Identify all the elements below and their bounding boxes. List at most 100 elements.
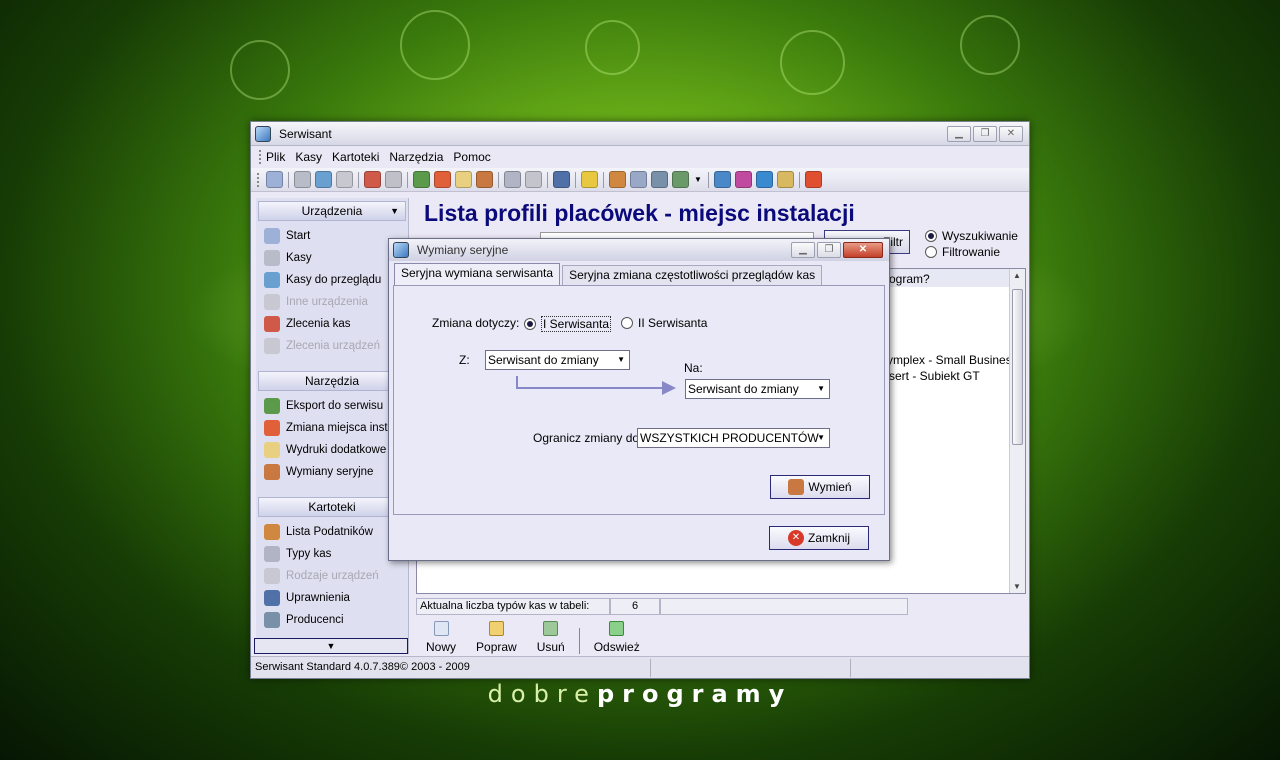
scroll-up-icon[interactable]: ▲: [1013, 271, 1021, 280]
radio-i-serwisanta[interactable]: I Serwisanta: [524, 316, 612, 332]
scroll-down-icon[interactable]: ▼: [1013, 582, 1021, 591]
na-serwisant-select[interactable]: Serwisant do zmiany ▼: [685, 379, 830, 399]
menu-pomoc[interactable]: Pomoc: [453, 150, 490, 164]
sidebar-section-urzadzenia[interactable]: Urządzenia ▼: [258, 201, 406, 221]
cash-register-icon[interactable]: [294, 171, 311, 188]
sidebar-item-kasy-do-przegladu[interactable]: Kasy do przeglądu: [256, 269, 408, 291]
print-icon[interactable]: [455, 171, 472, 188]
register-types-icon[interactable]: [504, 171, 521, 188]
sidebar-item-label: Inne urządzenia: [286, 296, 368, 308]
menu-kartoteki[interactable]: Kartoteki: [332, 150, 379, 164]
sidebar-section-narzedzia[interactable]: Narzędzia: [258, 371, 406, 391]
grid-scrollbar[interactable]: ▲ ▼: [1009, 269, 1025, 593]
taxpayers-icon[interactable]: [609, 171, 626, 188]
chevron-down-icon[interactable]: ▼: [390, 202, 399, 220]
grid-cell: sert - Subiekt GT: [889, 369, 980, 383]
sidebar-item-typy-kas[interactable]: Typy kas: [256, 543, 408, 565]
producer-filter-select[interactable]: WSZYSTKICH PRODUCENTÓW ▼: [637, 428, 830, 448]
palette-icon[interactable]: [735, 171, 752, 188]
restore-button[interactable]: ❐: [817, 242, 841, 258]
devices-icon[interactable]: [336, 171, 353, 188]
producers-icon[interactable]: [651, 171, 668, 188]
calendar-icon[interactable]: [777, 171, 794, 188]
recycle-bin-icon: [543, 621, 559, 636]
radio-label: I Serwisanta: [541, 316, 612, 332]
sidebar-scroll-down-button[interactable]: ▼: [254, 638, 408, 654]
edit-button[interactable]: Popraw: [476, 621, 517, 654]
close-button[interactable]: ✕: [999, 125, 1023, 142]
wymien-button-label: Wymień: [808, 480, 852, 494]
sidebar-item-lista-podatnikow[interactable]: Lista Podatników: [256, 521, 408, 543]
radio-button[interactable]: [925, 230, 937, 242]
inspect-icon[interactable]: [315, 171, 332, 188]
house-icon[interactable]: [266, 171, 283, 188]
menu-plik[interactable]: Plik: [266, 150, 285, 164]
minimize-button[interactable]: ▁: [947, 125, 971, 142]
sidebar-item-eksport[interactable]: Eksport do serwisu: [256, 395, 408, 417]
sidebar-item-label: Eksport do serwisu: [286, 400, 384, 412]
print-icon: [264, 442, 280, 458]
calculator-icon[interactable]: [714, 171, 731, 188]
sidebar-section-kartoteki[interactable]: Kartoteki: [258, 497, 406, 517]
cash-register-icon: [264, 250, 280, 266]
shield-icon[interactable]: [581, 171, 598, 188]
zmiana-dotyczy-label: Zmiana dotyczy:: [432, 316, 520, 330]
refresh-button[interactable]: Odswież: [594, 621, 640, 654]
na-label: Na:: [684, 361, 703, 375]
sidebar-item-producenci[interactable]: Producenci: [256, 609, 408, 631]
dialog-title: Wymiany seryjne: [417, 243, 509, 257]
radio-filtrowanie[interactable]: Filtrowanie: [925, 244, 1018, 260]
sidebar-item-label: Zlecenia urządzeń: [286, 340, 380, 352]
order-icon: [264, 316, 280, 332]
minimize-button[interactable]: ▁: [791, 242, 815, 258]
menu-narzedzia[interactable]: Narzędzia: [389, 150, 443, 164]
dialog-window-controls: ▁ ❐ ✕: [789, 242, 883, 258]
device-order-icon[interactable]: [385, 171, 402, 188]
radio-button[interactable]: [621, 317, 633, 329]
status-cell: [651, 658, 851, 677]
house-icon: [264, 228, 280, 244]
order-icon[interactable]: [364, 171, 381, 188]
sidebar-item-start[interactable]: Start: [256, 225, 408, 247]
background-swirl: [780, 30, 845, 95]
toolbar-separator: [358, 171, 359, 188]
dialog-title-bar: Wymiany seryjne ▁ ❐ ✕: [389, 239, 889, 261]
scrollbar-thumb[interactable]: [1012, 289, 1023, 445]
radio-ii-serwisanta[interactable]: II Serwisanta: [621, 316, 707, 330]
sidebar-item-label: Rodzaje urządzeń: [286, 570, 379, 582]
tab-seryjna-zmiana-czestotliwosci[interactable]: Seryjna zmiana częstotliwości przeglądów…: [562, 265, 823, 285]
toolbar-separator: [578, 628, 580, 654]
new-button[interactable]: Nowy: [426, 621, 456, 654]
sidebar-item-wymiany-seryjne[interactable]: Wymiany seryjne: [256, 461, 408, 483]
radio-wyszukiwanie[interactable]: Wyszukiwanie: [925, 228, 1018, 244]
radio-button[interactable]: [925, 246, 937, 258]
sidebar-item-kasy[interactable]: Kasy: [256, 247, 408, 269]
sidebar-item-label: Lista Podatników: [286, 526, 373, 538]
box-icon[interactable]: [630, 171, 647, 188]
globe-icon[interactable]: [756, 171, 773, 188]
sidebar-item-label: Start: [286, 230, 311, 242]
sidebar-item-zmiana-miejsca[interactable]: Zmiana miejsca instal: [256, 417, 408, 439]
z-serwisant-select[interactable]: Serwisant do zmiany ▼: [485, 350, 630, 370]
wymien-button[interactable]: Wymień: [770, 475, 870, 499]
sidebar-item-wydruki[interactable]: Wydruki dodatkowe: [256, 439, 408, 461]
zamknij-button[interactable]: ✕ Zamknij: [769, 526, 869, 550]
tools-icon[interactable]: [672, 171, 689, 188]
sidebar-item-zlecenia-kas[interactable]: Zlecenia kas: [256, 313, 408, 335]
sidebar-item-uprawnienia[interactable]: Uprawnienia: [256, 587, 408, 609]
power-icon[interactable]: [805, 171, 822, 188]
page-title: Lista profili placówek - miejsc instalac…: [424, 200, 855, 226]
users-swap-icon[interactable]: [476, 171, 493, 188]
restore-button[interactable]: ❐: [973, 125, 997, 142]
menu-kasy[interactable]: Kasy: [295, 150, 322, 164]
radio-button[interactable]: [524, 318, 536, 330]
users-swap-icon: [264, 464, 280, 480]
device-types-icon[interactable]: [525, 171, 542, 188]
delete-button[interactable]: Usuń: [537, 621, 565, 654]
export-icon[interactable]: [413, 171, 430, 188]
close-button[interactable]: ✕: [843, 242, 883, 258]
chevron-down-icon[interactable]: ▼: [693, 171, 703, 188]
relocate-icon[interactable]: [434, 171, 451, 188]
tab-seryjna-wymiana-serwisanta[interactable]: Seryjna wymiana serwisanta: [394, 263, 561, 285]
permissions-icon[interactable]: [553, 171, 570, 188]
